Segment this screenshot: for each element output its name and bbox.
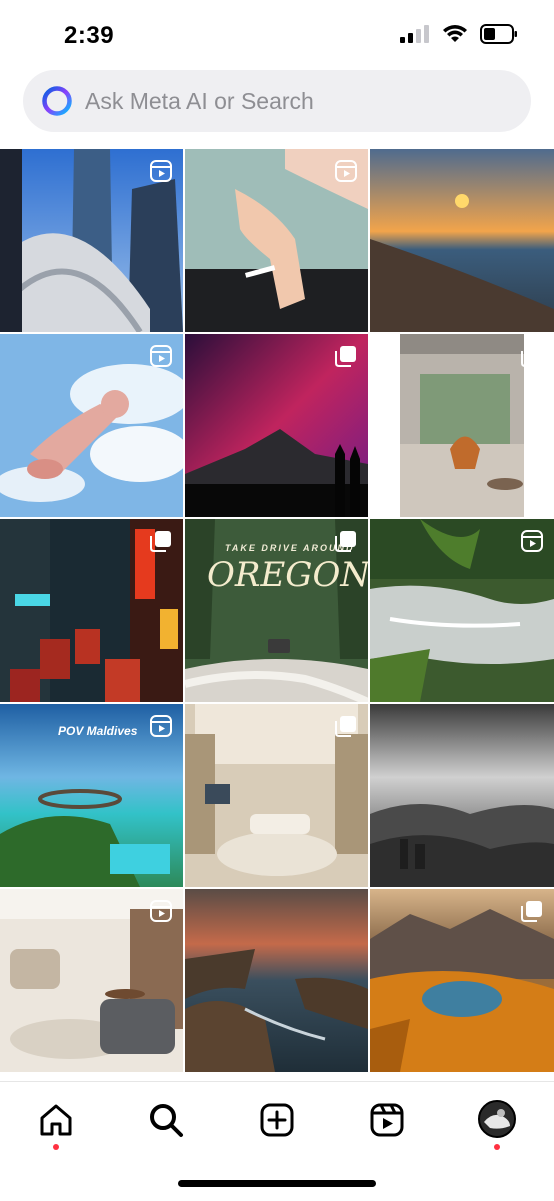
- beach-sunset-image: [370, 149, 554, 332]
- avatar-image: [480, 1102, 514, 1136]
- profile-avatar[interactable]: [478, 1100, 516, 1138]
- grid-tile[interactable]: [0, 889, 183, 1072]
- reels-icon: [521, 530, 543, 552]
- explore-grid: TAKE DRIVE AROUND OREGON POV Maldives: [0, 149, 554, 1081]
- grid-tile[interactable]: [185, 334, 368, 517]
- status-icons: [400, 24, 518, 44]
- carousel-icon: [335, 716, 356, 737]
- grid-tile[interactable]: [0, 519, 183, 702]
- search-input[interactable]: Ask Meta AI or Search: [85, 88, 314, 115]
- grid-tile[interactable]: [185, 149, 368, 332]
- search-bar[interactable]: Ask Meta AI or Search: [23, 70, 531, 132]
- grid-tile[interactable]: [185, 889, 368, 1072]
- grid-tile[interactable]: [370, 704, 554, 887]
- home-notification-dot: [53, 1144, 59, 1150]
- profile-notification-dot: [494, 1144, 500, 1150]
- meta-ai-icon: [42, 86, 72, 116]
- signal-icon: [400, 25, 429, 43]
- status-time: 2:39: [64, 22, 115, 49]
- status-bar: 2:39: [0, 0, 554, 62]
- home-indicator: [178, 1180, 376, 1187]
- carousel-icon: [335, 346, 356, 367]
- grid-tile[interactable]: [0, 334, 183, 517]
- grid-tile[interactable]: POV Maldives: [0, 704, 183, 887]
- grid-tile[interactable]: [370, 149, 554, 332]
- coastal-cliffs-image: [185, 889, 368, 1072]
- reels-icon: [150, 715, 172, 737]
- reels-icon: [150, 160, 172, 182]
- create-icon[interactable]: [257, 1100, 297, 1140]
- grid-tile[interactable]: [370, 519, 554, 702]
- grid-tile[interactable]: [370, 889, 554, 1072]
- oregon-caption-main: OREGON: [207, 555, 368, 595]
- battery-icon: [480, 24, 517, 44]
- search-icon[interactable]: [146, 1100, 186, 1140]
- reels-icon[interactable]: [367, 1100, 407, 1140]
- grid-tile[interactable]: [370, 334, 554, 517]
- grid-tile[interactable]: [0, 149, 183, 332]
- reels-icon: [150, 900, 172, 922]
- grid-tile[interactable]: TAKE DRIVE AROUND OREGON: [185, 519, 368, 702]
- grid-tile[interactable]: [185, 704, 368, 887]
- reels-icon: [150, 345, 172, 367]
- carousel-icon: [521, 346, 542, 367]
- wifi-icon: [443, 25, 467, 42]
- misty-city-valley-image: [370, 704, 554, 887]
- carousel-icon: [521, 901, 542, 922]
- carousel-icon: [335, 531, 356, 552]
- home-icon[interactable]: [36, 1100, 76, 1140]
- reels-icon: [335, 160, 357, 182]
- maldives-caption: POV Maldives: [58, 724, 138, 738]
- carousel-icon: [150, 531, 171, 552]
